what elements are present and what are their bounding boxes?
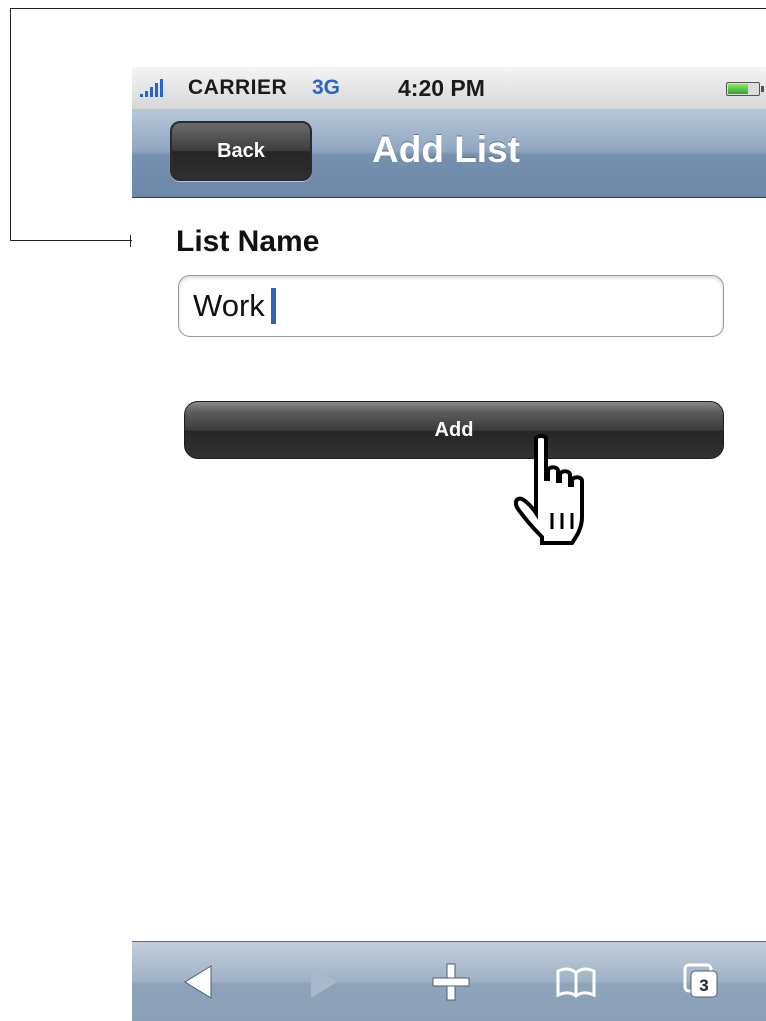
navigation-bar: Back Add List (132, 109, 766, 198)
page-title: Add List (372, 129, 520, 170)
signal-bars-icon (140, 79, 163, 97)
forward-arrow-icon[interactable] (302, 960, 346, 1004)
carrier-name: CARRIER (188, 76, 288, 99)
list-name-value: Work (193, 288, 265, 323)
battery-icon (726, 82, 764, 96)
back-arrow-icon[interactable] (176, 960, 220, 1004)
status-bar: CARRIER 3G 4:20 PM (132, 67, 766, 109)
bookmarks-icon[interactable] (554, 960, 598, 1004)
status-time: 4:20 PM (398, 75, 485, 101)
phone-screen: CARRIER 3G 4:20 PM Back Add List List Na… (132, 67, 766, 1021)
tabs-count: 3 (699, 976, 708, 995)
back-button[interactable]: Back (170, 121, 312, 181)
list-name-input[interactable]: Work (178, 275, 724, 337)
plus-icon[interactable] (429, 960, 473, 1004)
annotation-tick (130, 235, 131, 247)
list-name-label: List Name (176, 225, 320, 258)
network-type: 3G (312, 76, 341, 99)
bottom-toolbar: 3 (132, 941, 766, 1021)
text-caret (270, 288, 276, 324)
add-button[interactable]: Add (184, 401, 724, 459)
tabs-icon[interactable]: 3 (680, 960, 724, 1004)
hand-pointer-cursor-icon (513, 434, 584, 545)
